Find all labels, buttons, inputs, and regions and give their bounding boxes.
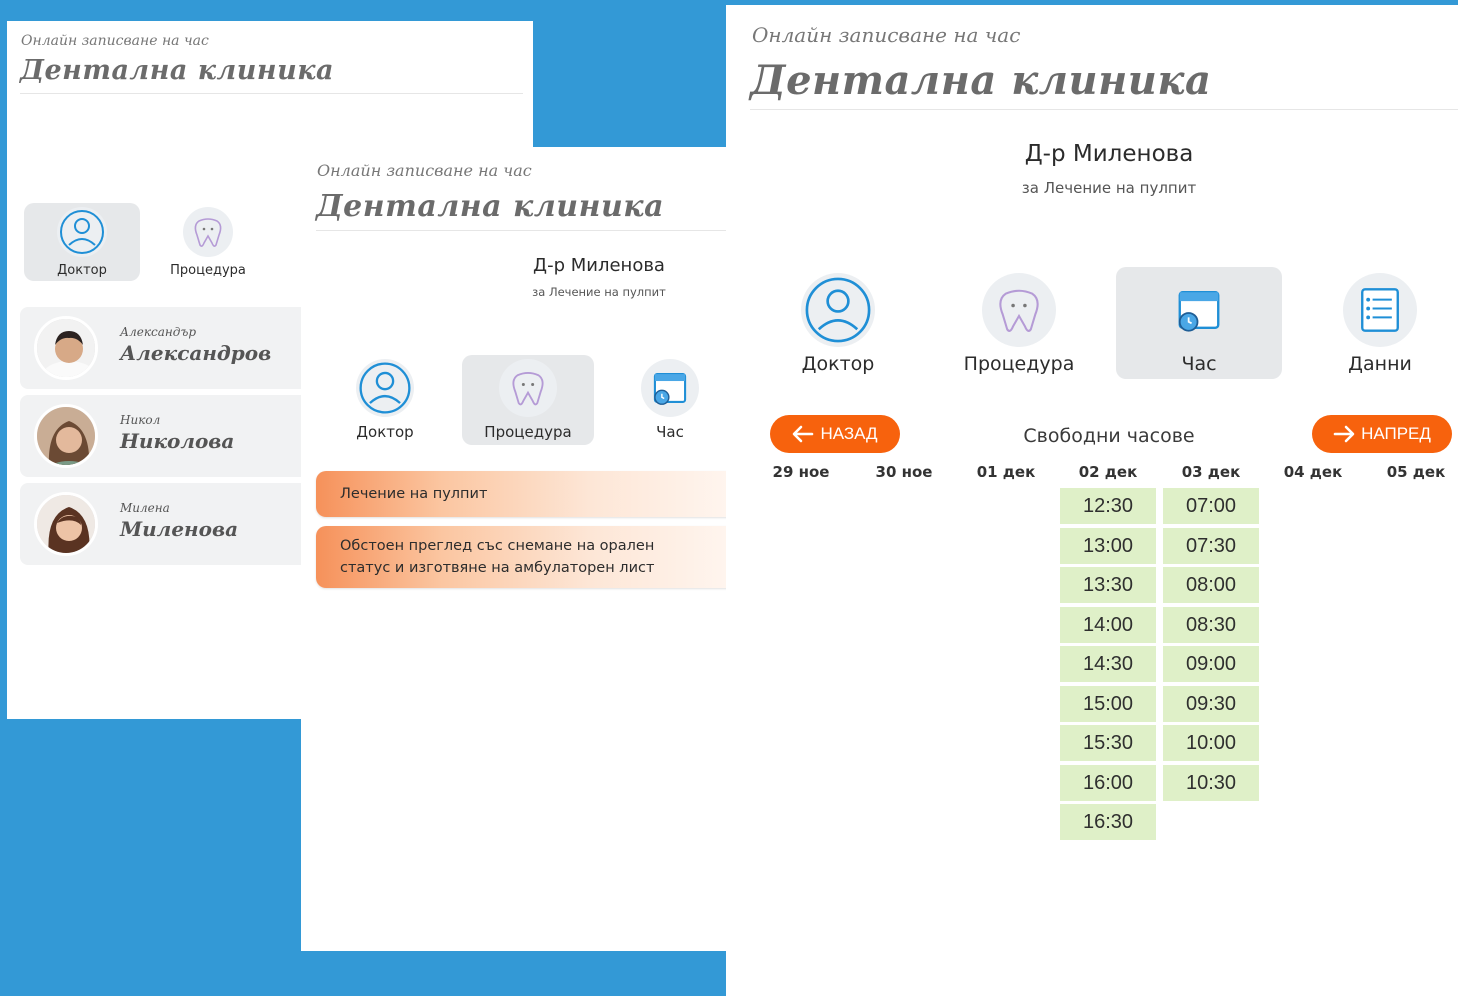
- procedure-label: Обстоен преглед със снемане на орален ст…: [340, 538, 655, 576]
- app-subtitle: Онлайн записване на час: [752, 23, 1021, 47]
- back-button[interactable]: НАЗАД: [770, 415, 900, 453]
- doctor-first-name: Александър: [120, 325, 197, 339]
- calendar-icon: [641, 359, 699, 417]
- app-title: Дентална клиника: [20, 55, 335, 86]
- day-header: 02 дек: [1078, 463, 1138, 481]
- calendar-icon: [1162, 273, 1236, 347]
- time-slot[interactable]: 15:30: [1060, 725, 1156, 761]
- arrow-right-icon: [1333, 425, 1355, 443]
- time-slot[interactable]: 10:30: [1163, 765, 1259, 801]
- doctor-first-name: Никол: [120, 413, 161, 427]
- step-label: Доктор: [356, 423, 414, 441]
- app-subtitle: Онлайн записване на час: [317, 161, 532, 180]
- time-slot[interactable]: 09:00: [1163, 646, 1259, 682]
- tooth-icon: [183, 207, 233, 257]
- time-slot[interactable]: 10:00: [1163, 725, 1259, 761]
- doctor-avatar: [34, 316, 98, 380]
- time-slot[interactable]: 07:30: [1163, 528, 1259, 564]
- panel-procedure-select: Онлайн записване на час Дентална клиника…: [301, 147, 726, 951]
- time-slot[interactable]: 14:30: [1060, 646, 1156, 682]
- step-doctor[interactable]: Доктор: [788, 267, 888, 379]
- step-label: Доктор: [801, 353, 875, 375]
- doctor-card[interactable]: Никол Николова: [20, 395, 301, 477]
- step-data[interactable]: Данни: [1330, 267, 1430, 379]
- procedure-item[interactable]: Лечение на пулпит: [316, 471, 726, 517]
- time-slot[interactable]: 13:00: [1060, 528, 1156, 564]
- time-slot[interactable]: 16:00: [1060, 765, 1156, 801]
- time-slot[interactable]: 08:30: [1163, 607, 1259, 643]
- time-slot[interactable]: 13:30: [1060, 567, 1156, 603]
- selected-procedure-caption: за Лечение на пулпит: [1021, 179, 1197, 197]
- time-slot[interactable]: 15:00: [1060, 686, 1156, 722]
- selected-procedure-caption: за Лечение на пулпит: [532, 285, 666, 299]
- step-time[interactable]: Час: [624, 355, 716, 445]
- procedure-label: Лечение на пулпит: [340, 486, 488, 502]
- back-button-label: НАЗАД: [820, 424, 878, 443]
- time-slot[interactable]: 16:30: [1060, 804, 1156, 840]
- step-procedure[interactable]: Процедура: [462, 355, 594, 445]
- free-hours-label: Свободни часове: [1023, 425, 1195, 447]
- list-icon: [1343, 273, 1417, 347]
- selected-doctor-name: Д-р Миленова: [1024, 141, 1194, 167]
- header-divider: [750, 109, 1458, 110]
- day-header: 05 дек: [1386, 463, 1446, 481]
- day-header: 04 дек: [1283, 463, 1343, 481]
- panel-doctor-select-header: Онлайн записване на час Дентална клиника: [7, 21, 533, 147]
- panel-doctor-select: Доктор Процедура Александър Александров …: [7, 147, 301, 719]
- next-button[interactable]: НАПРЕД: [1312, 415, 1452, 453]
- next-button-label: НАПРЕД: [1361, 424, 1431, 443]
- doctor-last-name: Николова: [120, 429, 235, 453]
- doctor-last-name: Александров: [120, 341, 272, 365]
- tooth-icon: [982, 273, 1056, 347]
- time-slot[interactable]: 07:00: [1163, 488, 1259, 524]
- app-subtitle: Онлайн записване на час: [21, 33, 209, 49]
- step-doctor[interactable]: Доктор: [24, 203, 140, 281]
- step-doctor[interactable]: Доктор: [339, 355, 431, 445]
- day-header: 03 дек: [1181, 463, 1241, 481]
- step-label: Процедура: [963, 353, 1075, 375]
- step-label: Доктор: [57, 263, 107, 278]
- time-slot[interactable]: 14:00: [1060, 607, 1156, 643]
- panel-time-select: Онлайн записване на час Дентална клиника…: [726, 5, 1458, 996]
- header-divider: [316, 230, 726, 231]
- time-slot[interactable]: 12:30: [1060, 488, 1156, 524]
- arrow-left-icon: [793, 425, 814, 443]
- step-time[interactable]: Час: [1116, 267, 1282, 379]
- step-label: Процедура: [484, 423, 572, 441]
- doctor-card[interactable]: Милена Миленова: [20, 483, 301, 565]
- tooth-icon: [499, 359, 557, 417]
- header-divider: [20, 93, 523, 94]
- step-label: Процедура: [170, 263, 246, 278]
- selected-doctor-name: Д-р Миленова: [533, 255, 665, 276]
- app-title: Дентална клиника: [750, 57, 1212, 104]
- doctor-avatar: [34, 492, 98, 556]
- procedure-item[interactable]: Обстоен преглед със снемане на орален ст…: [316, 526, 726, 588]
- time-slot[interactable]: 08:00: [1163, 567, 1259, 603]
- day-header: 29 ное: [772, 463, 830, 481]
- day-header: 01 дек: [976, 463, 1036, 481]
- step-label: Час: [656, 423, 684, 441]
- doctor-icon: [356, 359, 414, 417]
- doctor-avatar: [34, 404, 98, 468]
- doctor-last-name: Миленова: [120, 517, 239, 541]
- day-header: 30 ное: [875, 463, 933, 481]
- doctor-icon: [801, 273, 875, 347]
- doctor-first-name: Милена: [120, 501, 170, 515]
- doctor-card[interactable]: Александър Александров: [20, 307, 301, 389]
- doctor-icon: [57, 207, 107, 257]
- app-title: Дентална клиника: [316, 189, 665, 224]
- time-slot[interactable]: 09:30: [1163, 686, 1259, 722]
- step-procedure[interactable]: Процедура: [150, 203, 266, 281]
- step-procedure[interactable]: Процедура: [954, 267, 1084, 379]
- step-label: Час: [1181, 353, 1217, 375]
- step-label: Данни: [1348, 353, 1412, 375]
